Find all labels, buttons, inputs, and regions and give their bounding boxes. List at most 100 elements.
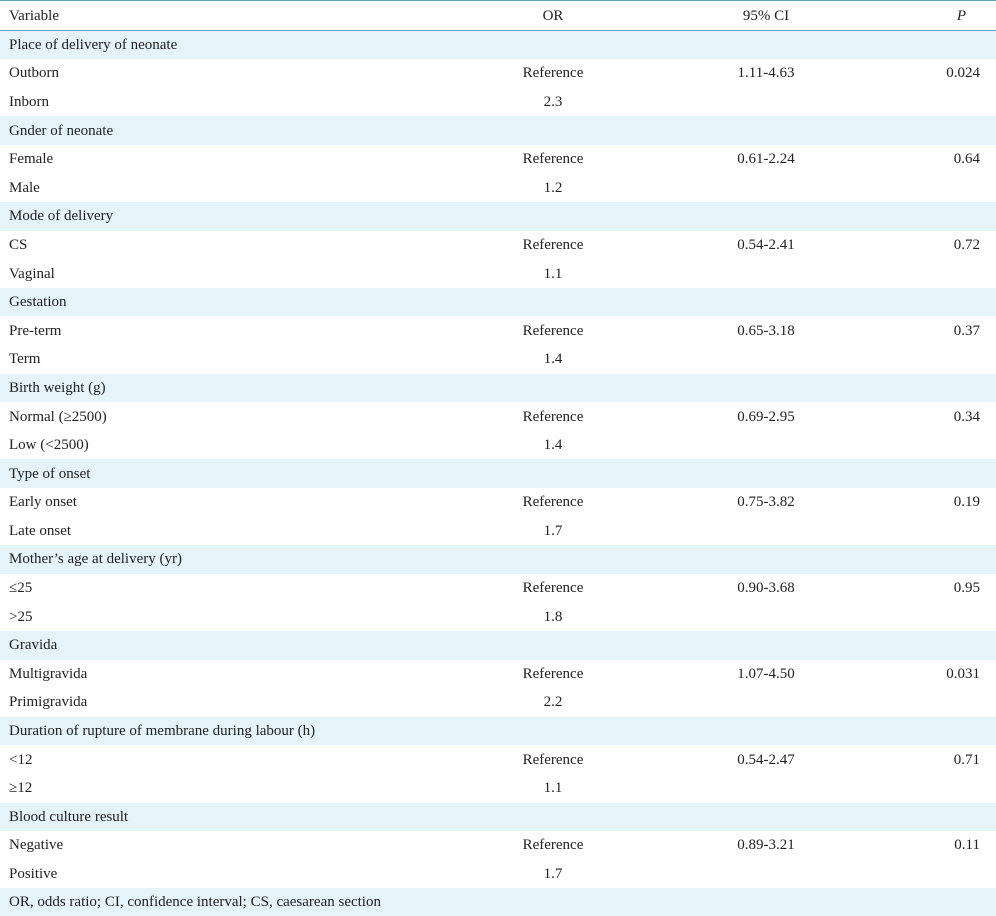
table-header-row: Variable OR 95% CI P — [0, 1, 996, 31]
row-ci: 1.11-4.63 — [666, 59, 866, 88]
row-p — [866, 602, 996, 631]
table-row: Pre-term Reference 0.65-3.18 0.37 — [0, 316, 996, 345]
row-or: 1.1 — [440, 774, 666, 803]
row-ci: 0.54-2.47 — [666, 745, 866, 774]
table-row: Male 1.2 — [0, 173, 996, 202]
group-row: Duration of rupture of membrane during l… — [0, 717, 996, 746]
row-label: Term — [0, 345, 440, 374]
row-label: Normal (≥2500) — [0, 402, 440, 431]
group-title: Mode of delivery — [0, 202, 996, 231]
row-ci — [666, 259, 866, 288]
row-p — [866, 345, 996, 374]
row-ci: 0.89-3.21 — [666, 831, 866, 860]
table-row: Multigravida Reference 1.07-4.50 0.031 — [0, 660, 996, 689]
row-label: >25 — [0, 602, 440, 631]
table-row: Inborn 2.3 — [0, 88, 996, 117]
row-p — [866, 431, 996, 460]
table-row: Term 1.4 — [0, 345, 996, 374]
row-label: Negative — [0, 831, 440, 860]
row-or: 2.3 — [440, 88, 666, 117]
row-or: Reference — [440, 59, 666, 88]
table-row: Outborn Reference 1.11-4.63 0.024 — [0, 59, 996, 88]
group-row: Blood culture result — [0, 803, 996, 832]
odds-ratio-table: Variable OR 95% CI P Place of delivery o… — [0, 0, 996, 916]
row-ci — [666, 860, 866, 889]
table-body: Place of delivery of neonate Outborn Ref… — [0, 31, 996, 916]
row-ci: 0.90-3.68 — [666, 574, 866, 603]
row-p: 0.34 — [866, 402, 996, 431]
table-row: Negative Reference 0.89-3.21 0.11 — [0, 831, 996, 860]
group-title: Gestation — [0, 288, 996, 317]
row-or: Reference — [440, 316, 666, 345]
row-p: 0.64 — [866, 145, 996, 174]
row-label: Multigravida — [0, 660, 440, 689]
group-row: Gnder of neonate — [0, 116, 996, 145]
row-ci: 0.54-2.41 — [666, 231, 866, 260]
row-label: CS — [0, 231, 440, 260]
row-ci: 1.07-4.50 — [666, 660, 866, 689]
table-row: Primigravida 2.2 — [0, 688, 996, 717]
table-row: Low (<2500) 1.4 — [0, 431, 996, 460]
row-ci — [666, 345, 866, 374]
row-or: 1.4 — [440, 431, 666, 460]
row-label: Primigravida — [0, 688, 440, 717]
row-p — [866, 88, 996, 117]
row-or: 1.7 — [440, 517, 666, 546]
group-row: Gravida — [0, 631, 996, 660]
table-row: >25 1.8 — [0, 602, 996, 631]
header-or: OR — [440, 1, 666, 31]
table-row: Positive 1.7 — [0, 860, 996, 889]
row-ci — [666, 173, 866, 202]
row-ci: 0.65-3.18 — [666, 316, 866, 345]
row-p: 0.71 — [866, 745, 996, 774]
row-label: <12 — [0, 745, 440, 774]
row-label: Female — [0, 145, 440, 174]
row-ci — [666, 431, 866, 460]
row-ci — [666, 517, 866, 546]
header-ci: 95% CI — [666, 1, 866, 31]
row-label: Low (<2500) — [0, 431, 440, 460]
group-title: Gravida — [0, 631, 996, 660]
group-row: Gestation — [0, 288, 996, 317]
row-p — [866, 173, 996, 202]
row-ci — [666, 602, 866, 631]
row-or: Reference — [440, 831, 666, 860]
row-label: Pre-term — [0, 316, 440, 345]
row-or: Reference — [440, 145, 666, 174]
row-or: Reference — [440, 574, 666, 603]
row-or: Reference — [440, 745, 666, 774]
group-title: Mother’s age at delivery (yr) — [0, 545, 996, 574]
table-row: Normal (≥2500) Reference 0.69-2.95 0.34 — [0, 402, 996, 431]
row-p: 0.19 — [866, 488, 996, 517]
row-p — [866, 259, 996, 288]
row-label: Late onset — [0, 517, 440, 546]
row-label: Male — [0, 173, 440, 202]
row-ci — [666, 688, 866, 717]
row-or: 1.4 — [440, 345, 666, 374]
row-ci — [666, 774, 866, 803]
table-row: CS Reference 0.54-2.41 0.72 — [0, 231, 996, 260]
group-row: Mode of delivery — [0, 202, 996, 231]
row-p: 0.95 — [866, 574, 996, 603]
row-or: 2.2 — [440, 688, 666, 717]
row-label: ≥12 — [0, 774, 440, 803]
row-or: 1.7 — [440, 860, 666, 889]
row-ci: 0.61-2.24 — [666, 145, 866, 174]
row-p: 0.031 — [866, 660, 996, 689]
group-title: Birth weight (g) — [0, 374, 996, 403]
row-or: 1.8 — [440, 602, 666, 631]
row-p: 0.37 — [866, 316, 996, 345]
row-label: ≤25 — [0, 574, 440, 603]
group-title: Gnder of neonate — [0, 116, 996, 145]
row-p — [866, 860, 996, 889]
row-or: Reference — [440, 660, 666, 689]
footnote-row: OR, odds ratio; CI, confidence interval;… — [0, 888, 996, 916]
group-title: Duration of rupture of membrane during l… — [0, 717, 996, 746]
table-footnote: OR, odds ratio; CI, confidence interval;… — [0, 888, 996, 916]
row-label: Positive — [0, 860, 440, 889]
row-ci: 0.75-3.82 — [666, 488, 866, 517]
group-row: Type of onset — [0, 459, 996, 488]
row-or: 1.1 — [440, 259, 666, 288]
row-or: Reference — [440, 231, 666, 260]
row-p — [866, 774, 996, 803]
